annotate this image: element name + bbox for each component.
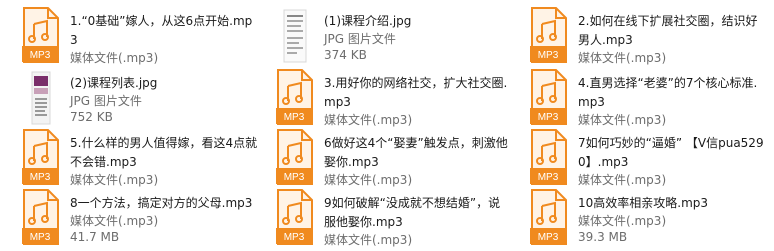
svg-text:MP3: MP3 — [284, 112, 305, 123]
svg-text:MP3: MP3 — [538, 50, 559, 61]
file-tile[interactable]: MP3 4.直男选择“老婆”的7个核心标准.mp3 媒体文件(.mp3) — [526, 68, 766, 128]
file-tile[interactable]: MP3 5.什么样的男人值得嫁，看这4点就不会错.mp3 媒体文件(.mp3) — [18, 128, 258, 188]
file-name: (1)课程介绍.jpg — [324, 14, 412, 28]
jpg-thumbnail-icon — [283, 9, 307, 63]
file-type: 媒体文件(.mp3) — [578, 113, 667, 127]
jpg-thumbnail-icon — [31, 71, 51, 125]
file-tile[interactable]: MP3 3.用好你的网络社交，扩大社交圈.mp3 媒体文件(.mp3) — [272, 68, 512, 128]
file-name: 2.如何在线下扩展社交圈，结识好男人.mp3 — [578, 14, 758, 47]
file-tile[interactable]: MP3 8一个方法，搞定对方的父母.mp3 媒体文件(.mp3) 41.7 MB — [18, 188, 258, 248]
svg-text:MP3: MP3 — [538, 232, 559, 243]
file-tile[interactable]: MP3 6做好这4个“娶妻”触发点，刺激他娶你.mp3 媒体文件(.mp3) — [272, 128, 512, 188]
file-name: 10高效率相亲攻略.mp3 — [578, 196, 709, 210]
file-name: 3.用好你的网络社交，扩大社交圈.mp3 — [324, 76, 508, 109]
file-size: 39.3 MB — [578, 230, 628, 244]
file-name: 6做好这4个“娶妻”触发点，刺激他娶你.mp3 — [324, 136, 508, 169]
mp3-file-icon: MP3 — [276, 129, 313, 185]
mp3-file-icon: MP3 — [276, 189, 313, 245]
svg-text:MP3: MP3 — [284, 172, 305, 183]
mp3-file-icon: MP3 — [530, 129, 567, 185]
file-type: 媒体文件(.mp3) — [578, 173, 667, 187]
file-type: 媒体文件(.mp3) — [70, 214, 159, 228]
file-grid: MP3 1.“0基础”嫁人，从这6点开始.mp3 媒体文件(.mp3) (2)课… — [0, 0, 774, 251]
file-type: 媒体文件(.mp3) — [70, 51, 159, 65]
mp3-file-icon: MP3 — [22, 7, 59, 63]
file-type: 媒体文件(.mp3) — [324, 233, 413, 247]
file-type: JPG 图片文件 — [70, 94, 142, 108]
file-tile[interactable]: MP3 9如何破解“没成就不想结婚”，说服他娶你.mp3 媒体文件(.mp3) — [272, 188, 512, 248]
mp3-file-icon: MP3 — [276, 69, 313, 125]
svg-text:MP3: MP3 — [30, 232, 51, 243]
svg-text:MP3: MP3 — [30, 172, 51, 183]
svg-text:MP3: MP3 — [30, 50, 51, 61]
file-tile[interactable]: (2)课程列表.jpg JPG 图片文件 752 KB — [18, 68, 258, 128]
file-name: 9如何破解“没成就不想结婚”，说服他娶你.mp3 — [324, 196, 501, 229]
file-tile[interactable]: MP3 7如何巧妙的“逼婚” 【V信pua5290】.mp3 媒体文件(.mp3… — [526, 128, 766, 188]
svg-text:MP3: MP3 — [538, 172, 559, 183]
file-size: 752 KB — [70, 110, 113, 124]
file-size: 374 KB — [324, 48, 367, 62]
mp3-file-icon: MP3 — [530, 7, 567, 63]
file-tile[interactable]: MP3 10高效率相亲攻略.mp3 媒体文件(.mp3) 39.3 MB — [526, 188, 766, 248]
mp3-file-icon: MP3 — [530, 189, 567, 245]
file-name: 5.什么样的男人值得嫁，看这4点就不会错.mp3 — [70, 136, 258, 169]
file-type: 媒体文件(.mp3) — [70, 173, 159, 187]
file-name: (2)课程列表.jpg — [70, 76, 158, 90]
file-type: JPG 图片文件 — [324, 32, 396, 46]
mp3-file-icon: MP3 — [530, 69, 567, 125]
mp3-file-icon: MP3 — [22, 129, 59, 185]
file-name: 4.直男选择“老婆”的7个核心标准.mp3 — [578, 76, 758, 109]
file-tile[interactable]: (1)课程介绍.jpg JPG 图片文件 374 KB — [272, 6, 512, 66]
file-name: 7如何巧妙的“逼婚” 【V信pua5290】.mp3 — [578, 136, 764, 169]
file-tile[interactable]: MP3 2.如何在线下扩展社交圈，结识好男人.mp3 媒体文件(.mp3) — [526, 6, 766, 66]
svg-text:MP3: MP3 — [538, 112, 559, 123]
file-type: 媒体文件(.mp3) — [324, 173, 413, 187]
file-type: 媒体文件(.mp3) — [578, 214, 667, 228]
file-name: 8一个方法，搞定对方的父母.mp3 — [70, 196, 253, 210]
mp3-file-icon: MP3 — [22, 189, 59, 245]
svg-text:MP3: MP3 — [284, 232, 305, 243]
file-tile[interactable]: MP3 1.“0基础”嫁人，从这6点开始.mp3 媒体文件(.mp3) — [18, 6, 258, 66]
file-type: 媒体文件(.mp3) — [324, 113, 413, 127]
file-size: 41.7 MB — [70, 230, 120, 244]
file-type: 媒体文件(.mp3) — [578, 51, 667, 65]
file-name: 1.“0基础”嫁人，从这6点开始.mp3 — [70, 14, 253, 47]
